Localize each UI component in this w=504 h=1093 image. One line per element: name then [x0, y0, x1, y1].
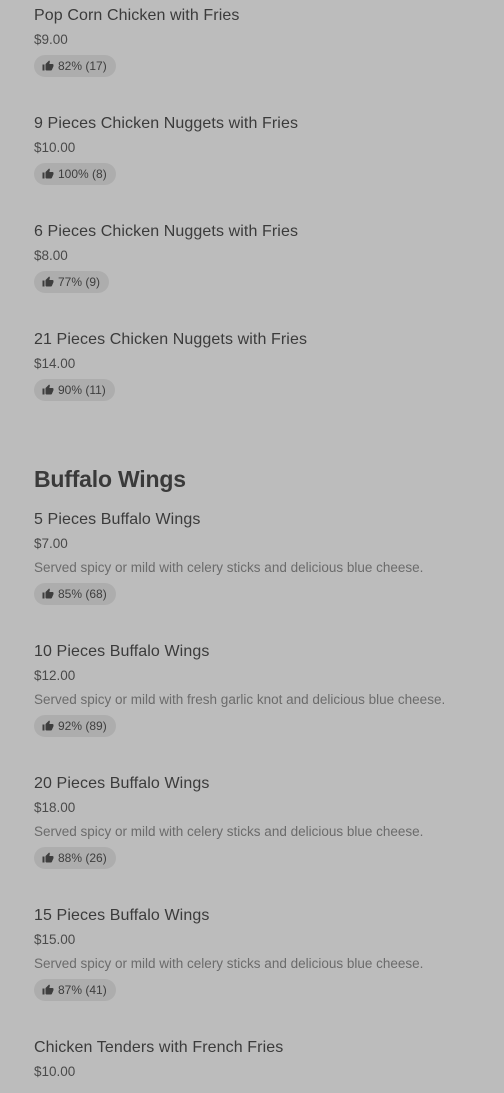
menu-item-10-wings[interactable]: 10 Pieces Buffalo Wings $12.00 Served sp…	[34, 642, 445, 737]
rating-badge: 87% (41)	[34, 979, 116, 1001]
item-name: 15 Pieces Buffalo Wings	[34, 907, 210, 924]
item-name: 10 Pieces Buffalo Wings	[34, 643, 210, 660]
rating-text: 100% (8)	[58, 167, 107, 181]
rating-badge: 82% (17)	[34, 55, 116, 77]
thumbs-up-icon	[42, 720, 54, 731]
item-price: $10.00	[34, 1064, 76, 1079]
rating-badge: 100% (8)	[34, 163, 116, 185]
item-name: Pop Corn Chicken with Fries	[34, 7, 240, 24]
item-price: $8.00	[34, 248, 68, 263]
item-description: Served spicy or mild with celery sticks …	[34, 956, 424, 971]
rating-text: 85% (68)	[58, 587, 107, 601]
item-price: $7.00	[34, 536, 68, 551]
menu-item-5-wings[interactable]: 5 Pieces Buffalo Wings $7.00 Served spic…	[34, 510, 423, 605]
item-price: $15.00	[34, 932, 76, 947]
menu-item-20-wings[interactable]: 20 Pieces Buffalo Wings $18.00 Served sp…	[34, 774, 423, 869]
item-description: Served spicy or mild with fresh garlic k…	[34, 692, 446, 707]
item-name: 21 Pieces Chicken Nuggets with Fries	[34, 331, 308, 348]
thumbs-up-icon	[42, 384, 54, 395]
item-description: Served spicy or mild with celery sticks …	[34, 560, 424, 575]
item-name: 20 Pieces Buffalo Wings	[34, 775, 210, 792]
item-description: Served spicy or mild with celery sticks …	[34, 824, 424, 839]
thumbs-up-icon	[42, 588, 54, 599]
rating-badge: 90% (11)	[34, 379, 115, 401]
item-price: $10.00	[34, 140, 76, 155]
rating-text: 87% (41)	[58, 983, 107, 997]
menu-item-9-nuggets[interactable]: 9 Pieces Chicken Nuggets with Fries $10.…	[34, 114, 298, 185]
menu-item-21-nuggets[interactable]: 21 Pieces Chicken Nuggets with Fries $14…	[34, 330, 307, 401]
menu-item-popcorn-chicken[interactable]: Pop Corn Chicken with Fries $9.00 82% (1…	[34, 6, 239, 77]
item-price: $9.00	[34, 32, 68, 47]
thumbs-up-icon	[42, 168, 54, 179]
rating-text: 82% (17)	[58, 59, 107, 73]
thumbs-up-icon	[42, 60, 54, 71]
item-price: $12.00	[34, 668, 76, 683]
section-title-buffalo-wings: Buffalo Wings	[34, 466, 186, 492]
rating-badge: 88% (26)	[34, 847, 116, 869]
rating-text: 88% (26)	[58, 851, 107, 865]
rating-text: 77% (9)	[58, 275, 101, 289]
rating-text: 92% (89)	[58, 719, 107, 733]
menu-item-15-wings[interactable]: 15 Pieces Buffalo Wings $15.00 Served sp…	[34, 906, 423, 1001]
thumbs-up-icon	[42, 852, 54, 863]
menu-item-6-nuggets[interactable]: 6 Pieces Chicken Nuggets with Fries $8.0…	[34, 222, 298, 293]
item-name: 9 Pieces Chicken Nuggets with Fries	[34, 115, 299, 132]
rating-text: 90% (11)	[58, 383, 106, 397]
item-name: Chicken Tenders with French Fries	[34, 1039, 284, 1056]
item-name: 5 Pieces Buffalo Wings	[34, 511, 201, 528]
item-price: $18.00	[34, 800, 76, 815]
thumbs-up-icon	[42, 276, 54, 287]
menu-item-chicken-tenders[interactable]: Chicken Tenders with French Fries $10.00	[34, 1038, 283, 1081]
item-price: $14.00	[34, 356, 76, 371]
rating-badge: 92% (89)	[34, 715, 116, 737]
thumbs-up-icon	[42, 984, 54, 995]
rating-badge: 77% (9)	[34, 271, 110, 293]
item-name: 6 Pieces Chicken Nuggets with Fries	[34, 223, 299, 240]
rating-badge: 85% (68)	[34, 583, 116, 605]
